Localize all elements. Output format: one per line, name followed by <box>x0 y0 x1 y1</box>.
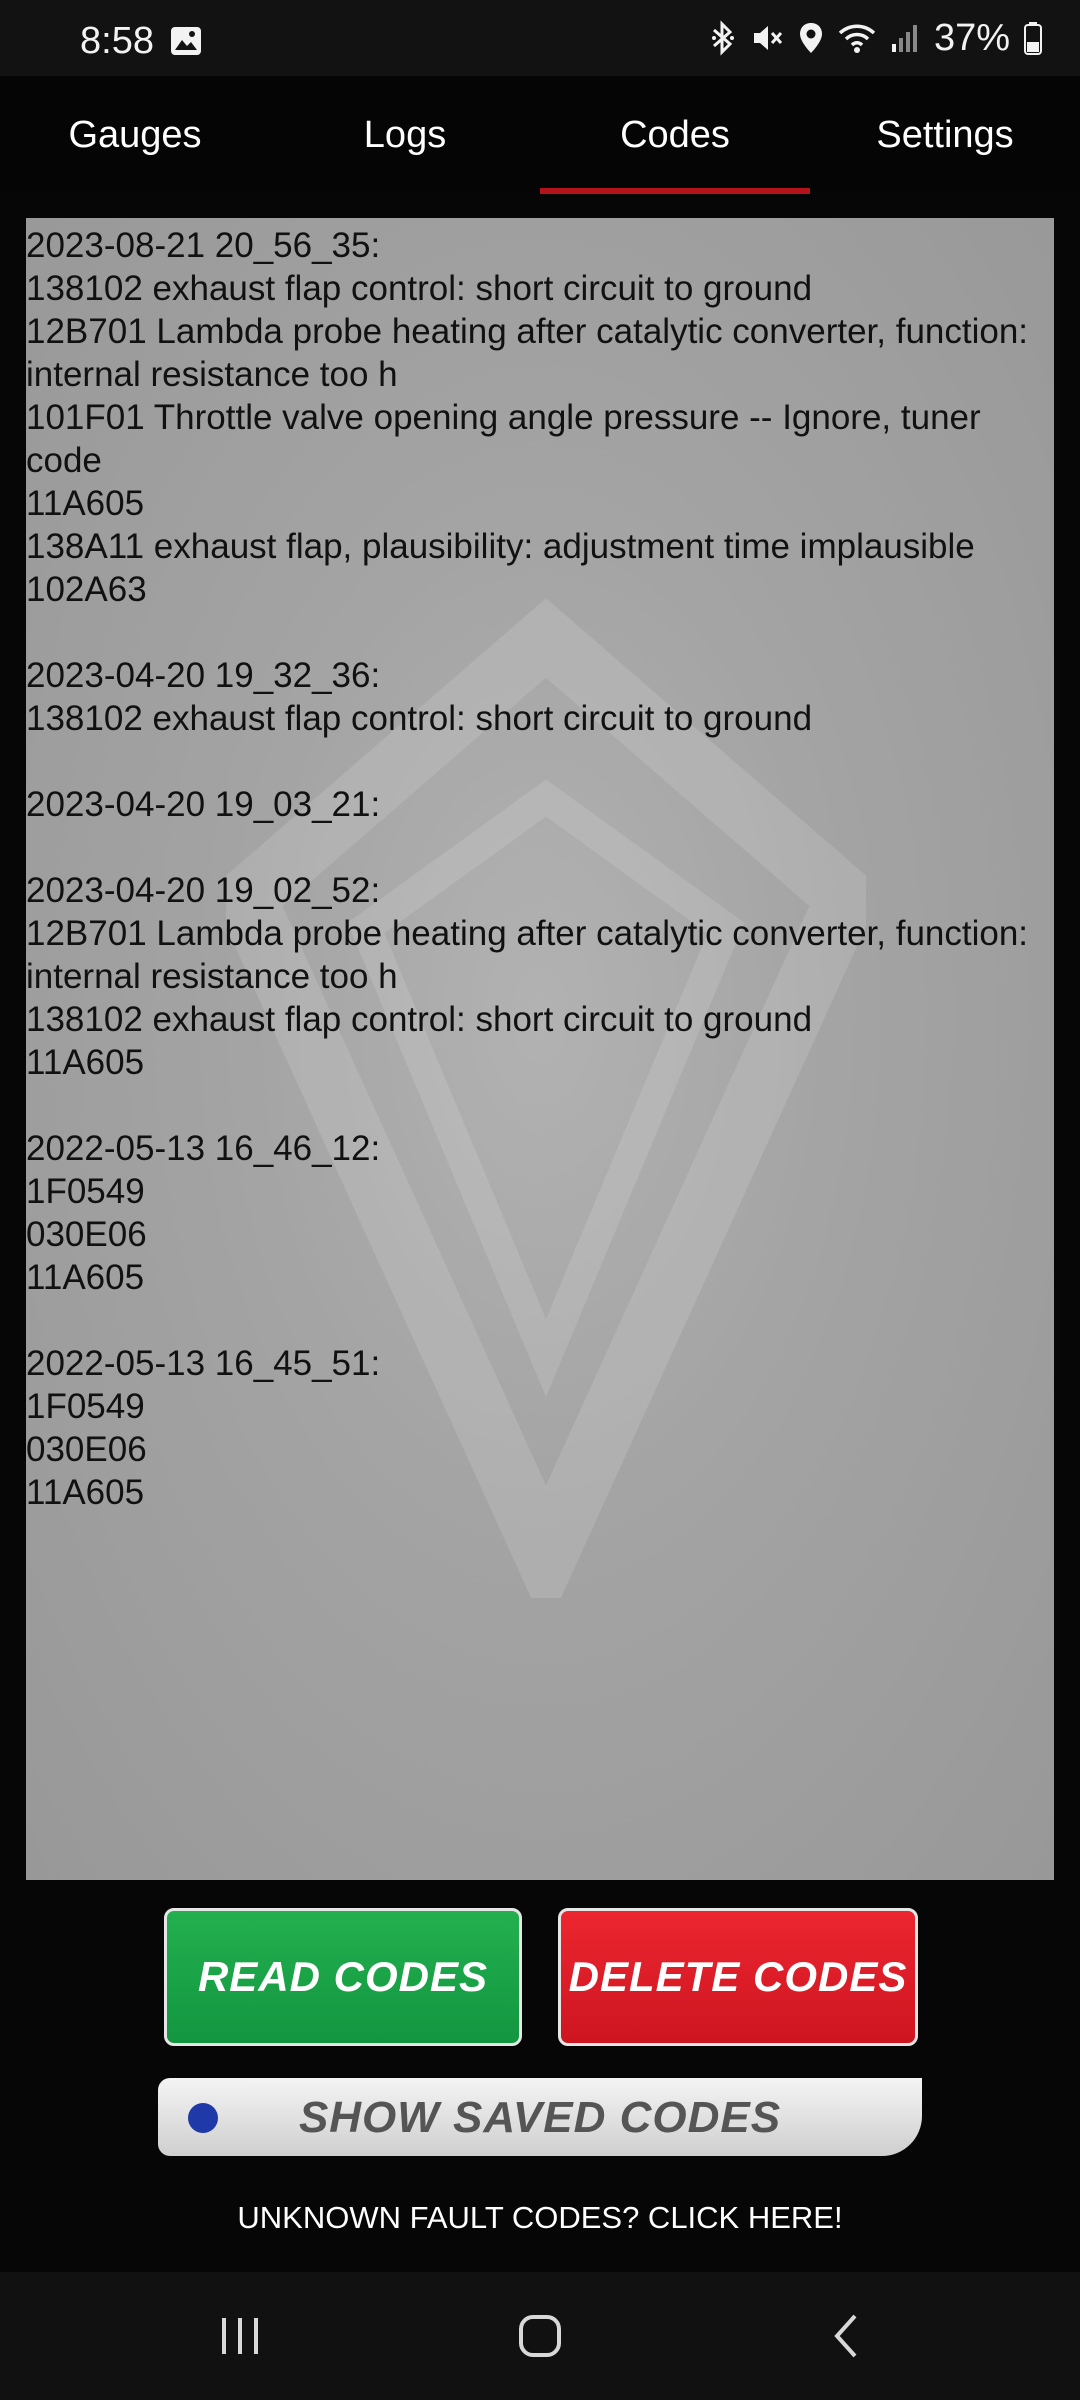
home-button[interactable] <box>480 2272 600 2400</box>
recent-apps-button[interactable] <box>180 2272 300 2400</box>
codes-panel[interactable]: 2023-08-21 20_56_35: 138102 exhaust flap… <box>26 218 1054 1880</box>
status-bar: 8:58 37% <box>0 0 1080 76</box>
location-icon <box>799 23 822 53</box>
recent-apps-icon <box>222 2318 258 2354</box>
tab-codes[interactable]: Codes <box>540 76 810 194</box>
status-icons: 37% <box>710 16 1042 59</box>
unknown-fault-codes-link[interactable]: UNKNOWN FAULT CODES? CLICK HERE! <box>0 2200 1080 2236</box>
tab-gauges[interactable]: Gauges <box>0 76 270 194</box>
back-icon <box>834 2314 857 2358</box>
tab-logs[interactable]: Logs <box>270 76 540 194</box>
back-button[interactable] <box>786 2272 906 2400</box>
status-time: 8:58 <box>80 20 154 62</box>
wifi-icon <box>838 24 876 53</box>
tab-settings[interactable]: Settings <box>810 76 1080 194</box>
home-icon <box>519 2315 561 2357</box>
battery-icon <box>1024 22 1042 55</box>
mute-icon <box>753 26 783 50</box>
bluetooth-icon <box>711 20 734 56</box>
signal-icon <box>891 25 917 52</box>
delete-codes-button[interactable]: DELETE CODES <box>558 1908 918 2046</box>
show-saved-codes-label: SHOW SAVED CODES <box>298 2093 782 2142</box>
tab-bar: Gauges Logs Codes Settings <box>0 76 1080 194</box>
battery-percentage: 37% <box>933 16 1010 59</box>
navigation-bar <box>0 2272 1080 2400</box>
show-saved-codes-button[interactable]: SHOW SAVED CODES <box>158 2078 922 2156</box>
image-icon <box>171 27 201 55</box>
codes-log-text: 2023-08-21 20_56_35: 138102 exhaust flap… <box>26 226 1029 1512</box>
read-codes-button[interactable]: READ CODES <box>164 1908 522 2046</box>
